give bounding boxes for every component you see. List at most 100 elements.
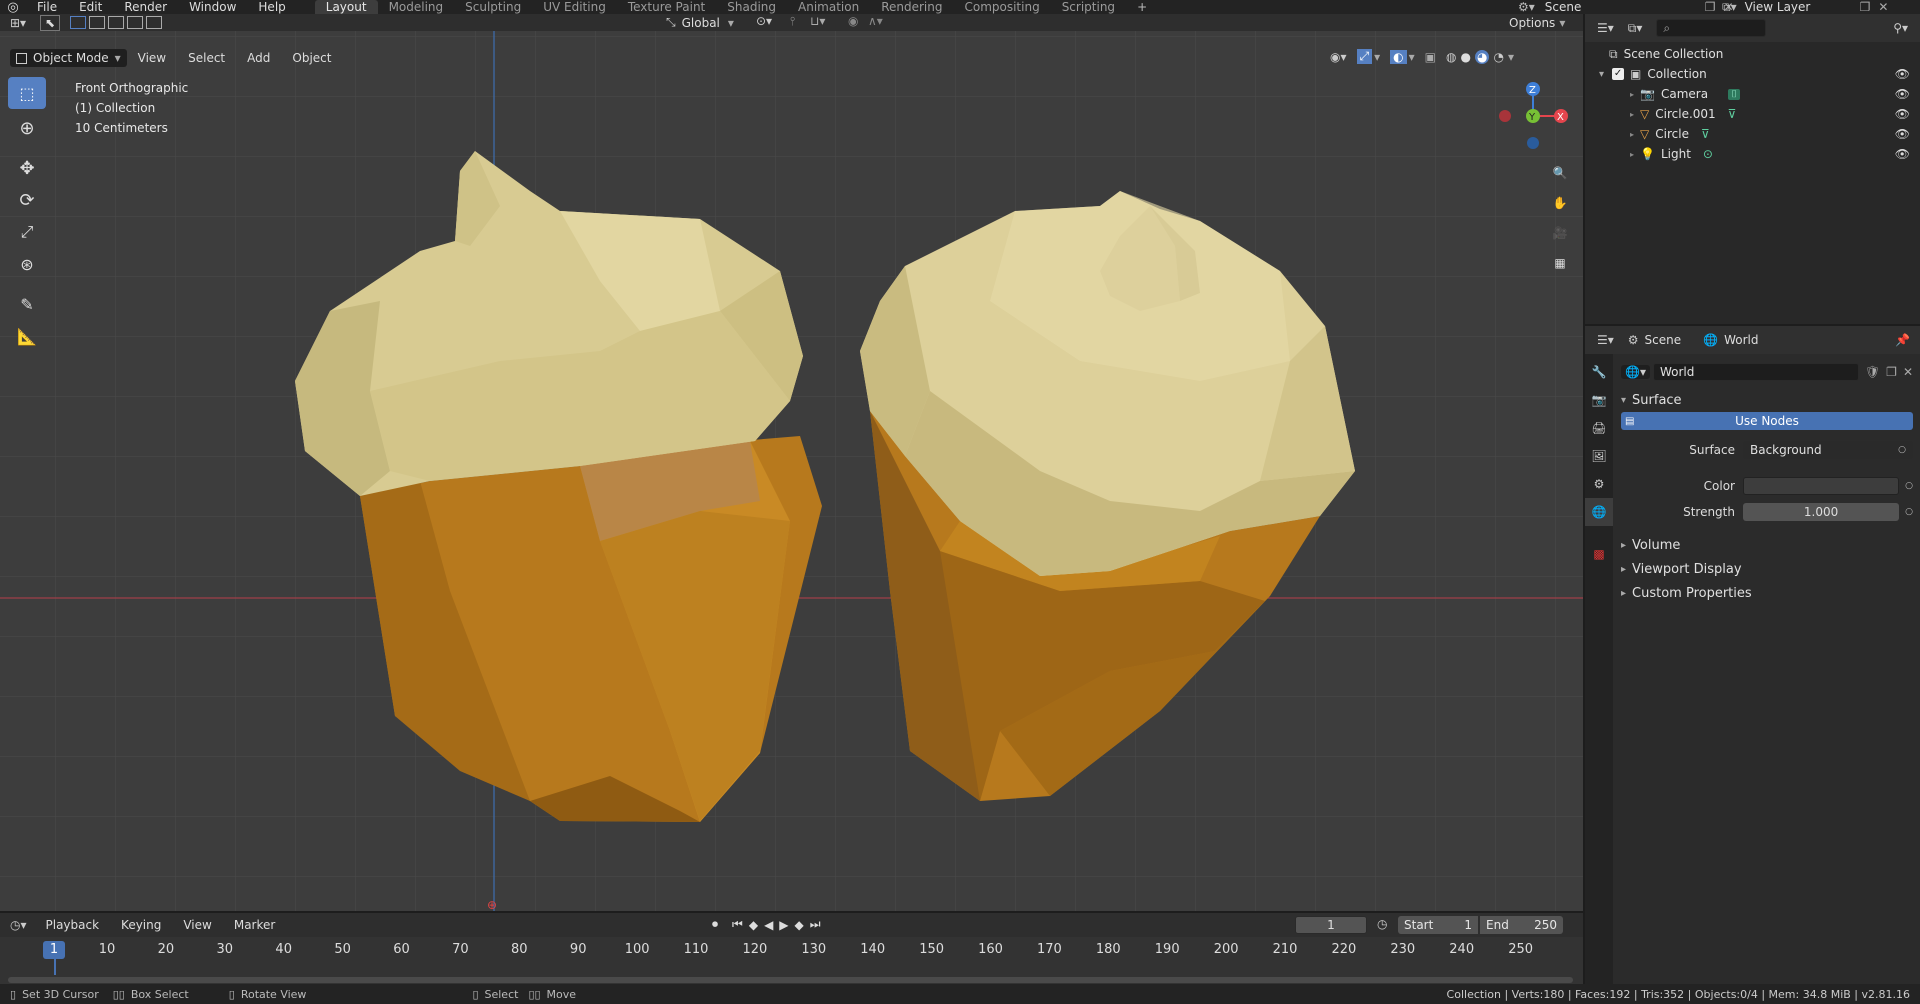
editor-type-icon[interactable]: ⊞▾ <box>10 16 26 30</box>
outliner-item-circle[interactable]: ▸ ▽ Circle ⊽ 👁 <box>1585 124 1920 144</box>
display-mode-icon[interactable]: ⧉▾ <box>1628 21 1643 36</box>
visibility-eye-icon[interactable]: 👁 <box>1895 107 1910 121</box>
tab-scripting[interactable]: Scripting <box>1051 0 1126 14</box>
select-intersect-icon[interactable] <box>146 16 163 29</box>
measure-tool[interactable]: 📐 <box>8 320 46 352</box>
menu-render[interactable]: Render <box>113 0 178 14</box>
properties-editor-icon[interactable]: ☰▾ <box>1597 333 1614 347</box>
snap-icon[interactable]: ⫯ <box>790 14 795 29</box>
cursor-tool[interactable]: ⊕ <box>8 112 46 144</box>
scale-tool[interactable]: ⤢ <box>8 216 46 248</box>
context-world[interactable]: World <box>1724 333 1758 347</box>
gizmo-neg-x-handle[interactable] <box>1499 110 1511 122</box>
timeline-menu-keying[interactable]: Keying <box>110 918 172 932</box>
texture-tab-icon[interactable]: ▩ <box>1585 540 1613 568</box>
3d-viewport[interactable]: ⊕ Object Mode ▾ View Select Add Object ◉… <box>0 31 1583 911</box>
visibility-eye-icon[interactable]: 👁 <box>1895 127 1910 141</box>
transform-orientation[interactable]: ⤡ Global ▾ <box>666 14 734 31</box>
timeline-scrollbar[interactable] <box>8 977 1573 983</box>
material-shading-icon[interactable]: ◕ <box>1474 49 1490 64</box>
surface-panel-header[interactable]: ▾ Surface <box>1621 388 1913 412</box>
tool-tab-icon[interactable]: 🔧 <box>1585 358 1613 386</box>
outliner-item-circle-001[interactable]: ▸ ▽ Circle.001 ⊽ 👁 <box>1585 104 1920 124</box>
surface-shader-field[interactable]: Background ○ <box>1743 441 1913 459</box>
outliner-item-camera[interactable]: ▸ 📷 Camera ⌷ 👁 <box>1585 84 1920 104</box>
select-tool-icon[interactable]: ⬉ <box>40 14 61 31</box>
expand-arrow-icon[interactable]: ▾ <box>1599 69 1604 80</box>
gizmo-toggle-icon[interactable]: ⤢ <box>1356 49 1373 64</box>
color-swatch[interactable] <box>1743 477 1900 495</box>
timeline-menu-marker[interactable]: Marker <box>223 918 286 932</box>
light-data-icon[interactable]: ⊙ <box>1703 147 1713 161</box>
tab-layout[interactable]: Layout <box>314 0 378 14</box>
overlays-options-icon[interactable]: ▾ <box>1409 50 1415 64</box>
camera-view-icon[interactable]: 🎥 <box>1546 219 1574 247</box>
world-name-field[interactable]: World <box>1652 363 1859 381</box>
overlays-toggle-icon[interactable]: ◐ <box>1390 49 1407 64</box>
scene-tab-icon[interactable]: ⚙ <box>1585 470 1613 498</box>
gizmo-options-icon[interactable]: ▾ <box>1374 50 1380 64</box>
tab-modeling[interactable]: Modeling <box>378 0 455 14</box>
start-frame-field[interactable]: Start 1 <box>1398 916 1478 934</box>
visibility-eye-icon[interactable]: 👁 <box>1895 87 1910 101</box>
expand-arrow-icon[interactable]: ▸ <box>1630 110 1634 119</box>
add-workspace-icon[interactable]: + <box>1126 0 1158 14</box>
new-scene-icon[interactable]: ❐ <box>1705 0 1716 14</box>
snap-target-icon[interactable]: ⊔▾ <box>810 14 825 28</box>
timeline-menu-view[interactable]: View <box>172 918 222 932</box>
viewport-menu-select[interactable]: Select <box>177 51 236 65</box>
zoom-icon[interactable]: 🔍 <box>1546 159 1574 187</box>
camera-data-icon[interactable]: ⌷ <box>1728 88 1741 100</box>
solid-shading-icon[interactable]: ● <box>1460 50 1470 64</box>
tab-shading[interactable]: Shading <box>716 0 787 14</box>
select-invert-icon[interactable] <box>127 16 144 29</box>
outliner-scene-collection[interactable]: ⧉ Scene Collection <box>1585 44 1920 64</box>
viewport-menu-add[interactable]: Add <box>236 51 281 65</box>
menu-edit[interactable]: Edit <box>68 0 113 14</box>
next-keyframe-icon[interactable]: ◆ <box>795 918 804 932</box>
viewport-display-panel-header[interactable]: ▸ Viewport Display <box>1621 557 1913 581</box>
scene-selector[interactable]: ⚙▾ Scene ❐ ✕ <box>1518 0 1734 14</box>
move-tool[interactable]: ✥ <box>8 152 46 184</box>
tab-uv-editing[interactable]: UV Editing <box>532 0 617 14</box>
view-layer-tab-icon[interactable]: 🖼 <box>1585 442 1613 470</box>
viewport-menu-object[interactable]: Object <box>281 51 342 65</box>
mesh-data-icon[interactable]: ⊽ <box>1701 127 1710 141</box>
viewport-menu-view[interactable]: View <box>127 51 177 65</box>
menu-help[interactable]: Help <box>247 0 296 14</box>
mesh-data-icon[interactable]: ⊽ <box>1728 107 1737 121</box>
rendered-shading-icon[interactable]: ◔ <box>1493 50 1503 64</box>
gizmo-neg-z-handle[interactable] <box>1527 137 1539 149</box>
filter-icon[interactable]: ⚲▾ <box>1893 21 1908 35</box>
pin-icon[interactable]: 📌 <box>1895 333 1910 347</box>
timeline-menu-playback[interactable]: Playback <box>35 918 111 932</box>
world-tab-icon[interactable]: 🌐 <box>1585 498 1613 526</box>
rotate-tool[interactable]: ⟳ <box>8 184 46 216</box>
pan-hand-icon[interactable]: ✋ <box>1546 189 1574 217</box>
use-nodes-button[interactable]: ▤ Use Nodes <box>1621 412 1913 430</box>
select-extend-icon[interactable] <box>89 16 106 29</box>
custom-properties-panel-header[interactable]: ▸ Custom Properties <box>1621 581 1913 605</box>
output-tab-icon[interactable]: 🖨 <box>1585 414 1613 442</box>
outliner-editor-icon[interactable]: ☰▾ <box>1597 21 1614 35</box>
select-box-tool[interactable]: ⬚ <box>8 77 46 109</box>
xray-icon[interactable]: ▣ <box>1425 50 1436 64</box>
jump-end-icon[interactable]: ⏭ <box>810 917 821 932</box>
orientation-value[interactable]: Global <box>682 16 720 30</box>
tab-animation[interactable]: Animation <box>787 0 870 14</box>
context-scene[interactable]: Scene <box>1645 333 1682 347</box>
new-view-layer-icon[interactable]: ❐ <box>1860 0 1871 14</box>
duplicate-world-icon[interactable]: ❐ <box>1886 365 1897 379</box>
render-tab-icon[interactable]: 📷 <box>1585 386 1613 414</box>
outliner-collection[interactable]: ▾ ✓ ▣ Collection 👁 <box>1585 64 1920 84</box>
options-button[interactable]: Options ▾ <box>1509 14 1565 31</box>
proportional-edit-icon[interactable]: ◉ <box>848 14 858 28</box>
current-frame-field[interactable]: 1 <box>1295 916 1367 934</box>
view-layer-name[interactable]: View Layer <box>1745 0 1860 14</box>
jump-start-icon[interactable]: ⏮ <box>732 917 743 932</box>
options-label[interactable]: Options <box>1509 16 1555 30</box>
expand-arrow-icon[interactable]: ▸ <box>1630 150 1634 159</box>
record-icon[interactable]: ⏺ <box>712 917 718 932</box>
strength-field[interactable]: 1.000 <box>1743 503 1900 521</box>
outliner-search-input[interactable]: ⌕ <box>1656 19 1767 37</box>
